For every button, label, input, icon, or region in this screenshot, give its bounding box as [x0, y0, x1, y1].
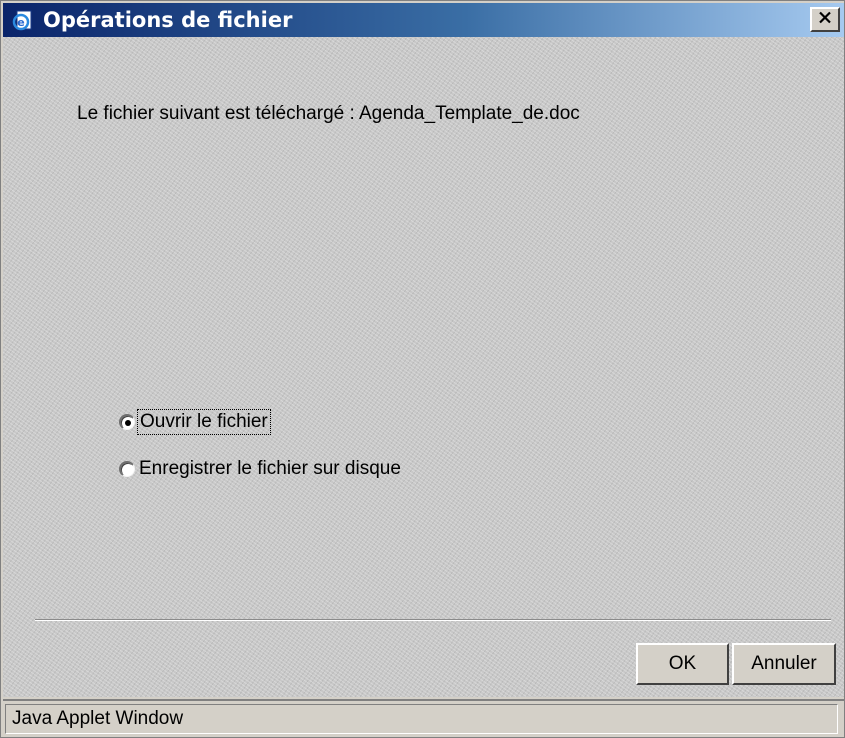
separator-line	[35, 619, 831, 621]
download-message: Le fichier suivant est téléchargé : Agen…	[77, 103, 580, 124]
ie-document-icon: e	[11, 7, 37, 33]
radio-selected-icon[interactable]	[119, 414, 135, 430]
cancel-button[interactable]: Annuler	[732, 643, 836, 685]
dialog-window: e Opérations de fichier Le fichier suiva…	[0, 0, 845, 738]
radio-dot	[124, 419, 131, 426]
title-bar[interactable]: e Opérations de fichier	[3, 3, 844, 37]
radio-open-file[interactable]: Ouvrir le fichier	[119, 409, 271, 435]
close-button[interactable]	[810, 7, 840, 32]
radio-save-file[interactable]: Enregistrer le fichier sur disque	[119, 458, 401, 480]
dialog-body: Le fichier suivant est téléchargé : Agen…	[3, 37, 844, 697]
ok-button[interactable]: OK	[636, 643, 729, 685]
close-icon	[818, 11, 832, 29]
status-text: Java Applet Window	[5, 704, 838, 734]
window-title: Opérations de fichier	[43, 8, 293, 32]
radio-unselected-icon[interactable]	[119, 461, 135, 477]
status-bar: Java Applet Window	[3, 699, 844, 737]
svg-text:e: e	[17, 16, 24, 29]
radio-label-open[interactable]: Ouvrir le fichier	[137, 409, 271, 435]
radio-label-save[interactable]: Enregistrer le fichier sur disque	[139, 458, 401, 480]
